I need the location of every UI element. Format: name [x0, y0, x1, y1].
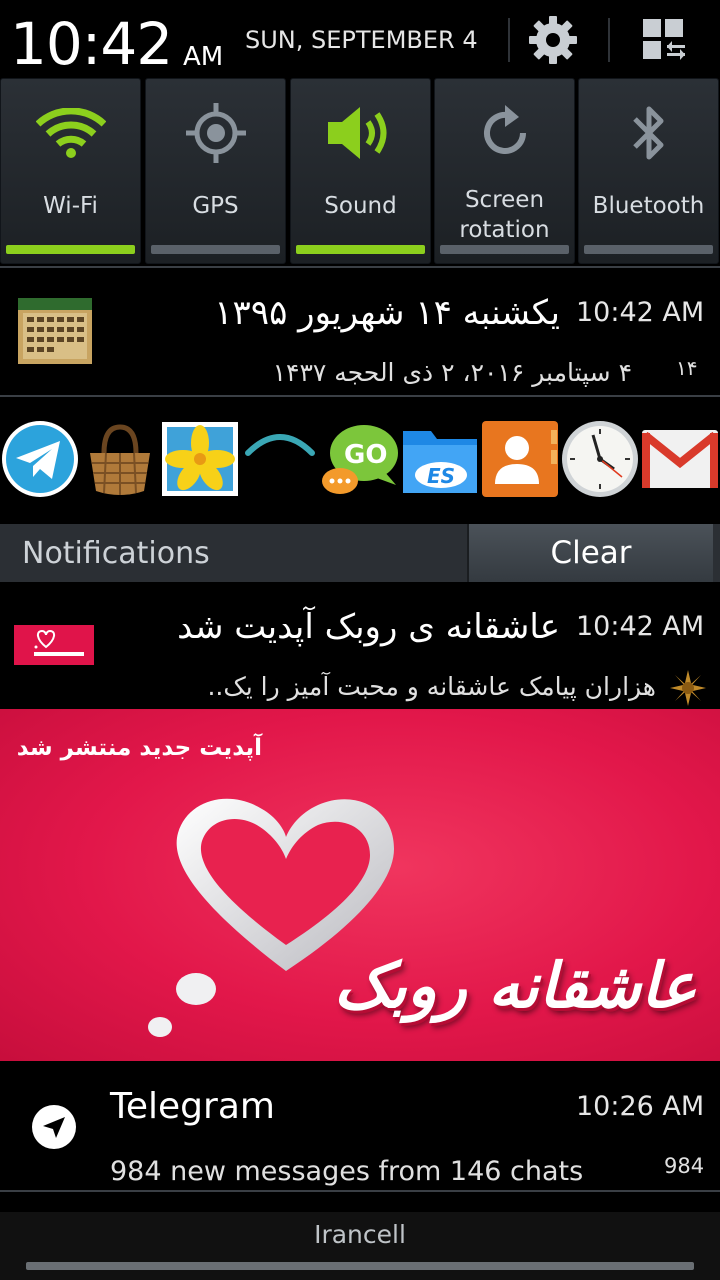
- svg-text:ES: ES: [427, 464, 455, 488]
- header-divider: [508, 18, 510, 62]
- header-divider: [608, 18, 610, 62]
- telegram-notification-subtitle: 984 new messages from 146 chats: [110, 1156, 584, 1187]
- sound-icon: [291, 101, 430, 165]
- quick-settings: Wi-Fi GPS Sound Screen rotation Bluetoot…: [0, 78, 720, 264]
- arc-app-icon[interactable]: [240, 414, 320, 504]
- notifications-title: Notifications: [22, 536, 210, 571]
- toggle-label: Bluetooth: [592, 193, 705, 219]
- toggle-label: Wi-Fi: [43, 193, 98, 219]
- carrier-footer: Irancell: [0, 1212, 720, 1280]
- toggle-wifi[interactable]: Wi-Fi: [0, 78, 141, 264]
- wifi-icon: [1, 101, 140, 165]
- telegram-notification-title: Telegram: [110, 1086, 275, 1127]
- gps-icon: [146, 101, 285, 165]
- sun-badge-icon: [670, 670, 706, 706]
- toggle-bluetooth[interactable]: Bluetooth: [578, 78, 719, 264]
- toggle-label: Sound: [324, 193, 397, 219]
- toggle-gps[interactable]: GPS: [145, 78, 286, 264]
- app-shortcut-strip: GO ES: [0, 414, 720, 508]
- toggle-indicator: [6, 245, 135, 254]
- calendar-icon: [18, 298, 92, 364]
- clear-button[interactable]: Clear: [467, 524, 713, 582]
- robek-notification-title: عاشقانه ی روبک آپدیت شد: [177, 607, 560, 647]
- banner-app-title: عاشقانه روبک: [334, 949, 697, 1022]
- bluetooth-icon: [579, 101, 718, 165]
- toggle-screen-rotation[interactable]: Screen rotation: [434, 78, 575, 264]
- es-file-explorer-app-icon[interactable]: ES: [400, 414, 480, 504]
- gmail-app-icon[interactable]: [640, 414, 720, 504]
- toggle-sound[interactable]: Sound: [290, 78, 431, 264]
- calendar-notification-count: ۱۴: [676, 356, 698, 380]
- toggle-indicator: [440, 245, 569, 254]
- banner-update-caption: آپدیت جدید منتشر شد: [16, 735, 262, 761]
- divider: [0, 1190, 720, 1192]
- calendar-notification-subtitle: ۴ سپتامبر ۲۰۱۶، ۲ ذی الحجه ۱۴۳۷: [272, 358, 632, 387]
- toggle-label: GPS: [192, 193, 239, 219]
- telegram-app-icon[interactable]: [0, 414, 80, 504]
- date-label: SUN, SEPTEMBER 4: [245, 26, 478, 54]
- divider: [0, 395, 720, 397]
- svg-text:GO: GO: [344, 440, 387, 470]
- robek-notification-subtitle: هزاران پیامک عاشقانه و محبت آمیز را یک..: [207, 672, 656, 701]
- toggle-indicator: [584, 245, 713, 254]
- clock-time: 10:42: [10, 10, 173, 78]
- telegram-notification-time: 10:26 AM: [576, 1091, 705, 1122]
- gear-icon[interactable]: [523, 10, 583, 70]
- carrier-label: Irancell: [314, 1220, 406, 1249]
- toggle-indicator: [296, 245, 425, 254]
- robek-app-icon: [14, 625, 94, 665]
- toggle-label: Screen rotation: [459, 187, 550, 243]
- calendar-notification-time: 10:42 AM: [576, 297, 705, 328]
- contacts-app-icon[interactable]: [480, 414, 560, 504]
- calendar-notification-title: یکشنبه ۱۴ شهریور ۱۳۹۵: [214, 293, 560, 333]
- status-header: 10:42 AM SUN, SEPTEMBER 4: [0, 0, 720, 78]
- panel-drag-handle[interactable]: [26, 1262, 694, 1270]
- robek-notification-time: 10:42 AM: [576, 611, 705, 642]
- clock-app-icon[interactable]: [560, 414, 640, 504]
- basket-app-icon[interactable]: [80, 414, 160, 504]
- clock-ampm: AM: [183, 42, 224, 72]
- go-sms-app-icon[interactable]: GO: [320, 414, 400, 504]
- gallery-app-icon[interactable]: [160, 414, 240, 504]
- rotation-icon: [435, 101, 574, 165]
- toggle-indicator: [151, 245, 280, 254]
- telegram-notification-count: 984: [664, 1154, 705, 1178]
- telegram-icon: [32, 1105, 76, 1149]
- robek-banner-image[interactable]: آپدیت جدید منتشر شد عاشقانه روبک: [0, 709, 720, 1061]
- grid-edit-icon[interactable]: [634, 10, 694, 70]
- notifications-header: Notifications Clear: [0, 524, 720, 582]
